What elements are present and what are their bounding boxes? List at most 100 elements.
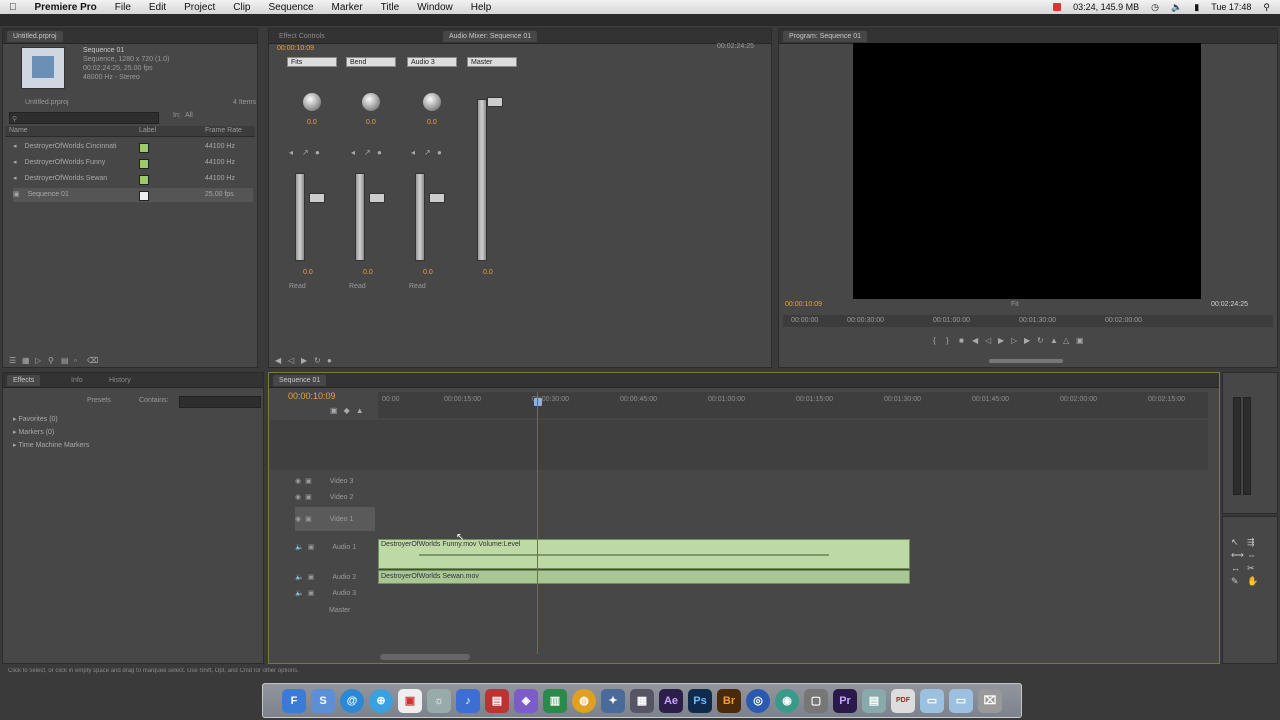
track-header-audio1[interactable]: 🔈 ▣ Audio 1 <box>295 540 356 554</box>
app-icon[interactable]: ▢ <box>804 688 828 713</box>
chrome-icon[interactable]: ◍ <box>572 688 596 713</box>
in-select[interactable]: All <box>185 112 193 119</box>
app-icon[interactable]: ✦ <box>601 688 625 713</box>
safari-icon[interactable]: ⊕ <box>369 688 393 713</box>
itunes-icon[interactable]: ♪ <box>456 688 480 713</box>
mute-icon[interactable]: ◂ <box>289 149 297 157</box>
bridge-icon[interactable]: Br <box>717 688 741 713</box>
automation-mode-2[interactable]: Read <box>349 283 366 290</box>
record-icon[interactable]: ● <box>327 357 335 365</box>
volume-fader-1[interactable] <box>295 173 305 261</box>
go-to-in-icon[interactable]: ◀ <box>275 357 283 365</box>
hand-tool-icon[interactable]: ✋ <box>1247 576 1261 587</box>
app-icon[interactable]: ▤ <box>862 688 886 713</box>
ripple-edit-tool-icon[interactable]: ⟷ <box>1231 550 1245 561</box>
track-header-audio2[interactable]: 🔈 ▣ Audio 2 <box>295 570 356 584</box>
audio-clip-2[interactable]: DestroyerOfWorlds Sewan.mov <box>378 570 910 584</box>
track-header-video2[interactable]: ◉ ▣ Video 2 <box>295 490 353 504</box>
lock-icon[interactable]: ▣ <box>305 493 312 501</box>
track-header-audio3[interactable]: 🔈 ▣ Audio 3 <box>295 586 356 600</box>
program-video-display[interactable] <box>853 43 1201 299</box>
label-swatch[interactable] <box>139 191 149 201</box>
tab-sequence[interactable]: Sequence 01 <box>273 375 327 386</box>
loop-icon[interactable]: ↻ <box>1037 337 1045 345</box>
effects-search-input[interactable] <box>179 396 261 408</box>
channel-name-2[interactable]: Bend <box>346 57 396 67</box>
pan-value-3[interactable]: 0.0 <box>427 119 437 126</box>
lift-icon[interactable]: ▲ <box>1050 337 1058 345</box>
play-icon[interactable]: ▶ <box>301 357 309 365</box>
photoshop-icon[interactable]: Ps <box>688 688 712 713</box>
pdf-icon[interactable]: PDF <box>891 688 915 713</box>
mark-out-icon[interactable]: } <box>946 337 954 345</box>
fader-value-3[interactable]: 0.0 <box>423 269 433 276</box>
track-header-video3[interactable]: ◉ ▣ Video 3 <box>295 474 353 488</box>
shuttle-slider[interactable] <box>989 359 1063 363</box>
volume-fader-2[interactable] <box>355 173 365 261</box>
find-icon[interactable]: ⚲ <box>48 357 56 365</box>
channel-name-master[interactable]: Master <box>467 57 517 67</box>
pan-value-2[interactable]: 0.0 <box>366 119 376 126</box>
channel-name-3[interactable]: Audio 3 <box>407 57 457 67</box>
mute-icon[interactable]: ◂ <box>351 149 359 157</box>
list-item[interactable]: ◂ DestroyerOfWorlds Sewan 44100 Hz <box>13 172 253 186</box>
rewind-icon[interactable]: ◁ <box>985 337 993 345</box>
tab-effects[interactable]: Effects <box>7 375 41 386</box>
tab-history[interactable]: History <box>103 375 137 386</box>
mail-icon[interactable]: @ <box>340 688 364 713</box>
fader-value-master[interactable]: 0.0 <box>483 269 493 276</box>
fader-handle-3[interactable] <box>429 193 445 203</box>
step-back-icon[interactable]: ◀ <box>972 337 980 345</box>
speaker-icon[interactable]: 🔈 <box>295 543 304 551</box>
new-item-icon[interactable]: ▫ <box>74 357 82 365</box>
playhead-handle[interactable] <box>534 398 542 406</box>
solo-icon[interactable]: ↗ <box>424 149 432 157</box>
program-time-ruler[interactable]: 00:00:00 00:00:30:00 00:01:00:00 00:01:3… <box>783 315 1273 327</box>
presets-label[interactable]: Presets <box>87 397 111 404</box>
audio-clip-1[interactable]: DestroyerOfWorlds Funny.mov Volume:Level <box>378 539 910 569</box>
list-item[interactable]: ◂ DestroyerOfWorlds Cincinnati 44100 Hz <box>13 140 253 154</box>
step-back-icon[interactable]: ◁ <box>288 357 296 365</box>
trash-icon[interactable]: ⌧ <box>978 688 1002 713</box>
project-search-input[interactable]: ⚲ <box>9 112 159 124</box>
lock-icon[interactable]: ▣ <box>308 589 315 597</box>
track-select-tool-icon[interactable]: ⇶ <box>1247 537 1261 548</box>
col-label[interactable]: Label <box>139 127 156 134</box>
fader-value-1[interactable]: 0.0 <box>303 269 313 276</box>
spotlight-icon[interactable]: ⚲ <box>1263 2 1270 13</box>
menu-clock[interactable]: Tue 17:48 <box>1211 2 1251 12</box>
label-swatch[interactable] <box>139 175 149 185</box>
system-icon[interactable]: S <box>311 688 335 713</box>
tab-audio-mixer[interactable]: Audio Mixer: Sequence 01 <box>443 31 538 42</box>
snap-icon[interactable]: ▣ <box>330 406 338 415</box>
battery-icon[interactable]: ▮ <box>1194 2 1199 13</box>
menu-file[interactable]: File <box>106 2 140 13</box>
menu-window[interactable]: Window <box>408 2 462 13</box>
eye-icon[interactable]: ◉ <box>295 493 301 501</box>
list-item[interactable]: ▣ Sequence 01 25.00 fps <box>13 188 253 202</box>
marker-icon[interactable]: ▲ <box>356 406 364 415</box>
master-fader-handle[interactable] <box>487 97 503 107</box>
effects-folder-markers[interactable]: ▸ Markers (0) <box>13 426 54 440</box>
stop-icon[interactable]: ■ <box>959 337 967 345</box>
after-effects-icon[interactable]: Ae <box>659 688 683 713</box>
menu-edit[interactable]: Edit <box>140 2 175 13</box>
fader-value-2[interactable]: 0.0 <box>363 269 373 276</box>
calendar-icon[interactable]: ▣ <box>398 688 422 713</box>
tab-effect-controls[interactable]: Effect Controls <box>273 31 331 42</box>
automation-mode-3[interactable]: Read <box>409 283 426 290</box>
app-icon[interactable]: ◈ <box>514 688 538 713</box>
selection-tool-icon[interactable]: ↖ <box>1231 537 1245 548</box>
solo-icon[interactable]: ↗ <box>364 149 372 157</box>
delete-icon[interactable]: ⌫ <box>87 357 98 365</box>
app-icon[interactable]: ◉ <box>775 688 799 713</box>
app-icon[interactable]: ▤ <box>485 688 509 713</box>
fader-handle-2[interactable] <box>369 193 385 203</box>
go-to-out-icon[interactable]: ▶ <box>1024 337 1032 345</box>
export-frame-icon[interactable]: ▣ <box>1076 337 1084 345</box>
list-view-icon[interactable]: ☰ <box>9 357 17 365</box>
lock-icon[interactable]: ▣ <box>308 543 315 551</box>
apple-icon[interactable]:  <box>0 2 26 13</box>
razor-tool-icon[interactable]: ✂ <box>1247 563 1261 574</box>
track-header-master[interactable]: Master <box>295 603 350 617</box>
